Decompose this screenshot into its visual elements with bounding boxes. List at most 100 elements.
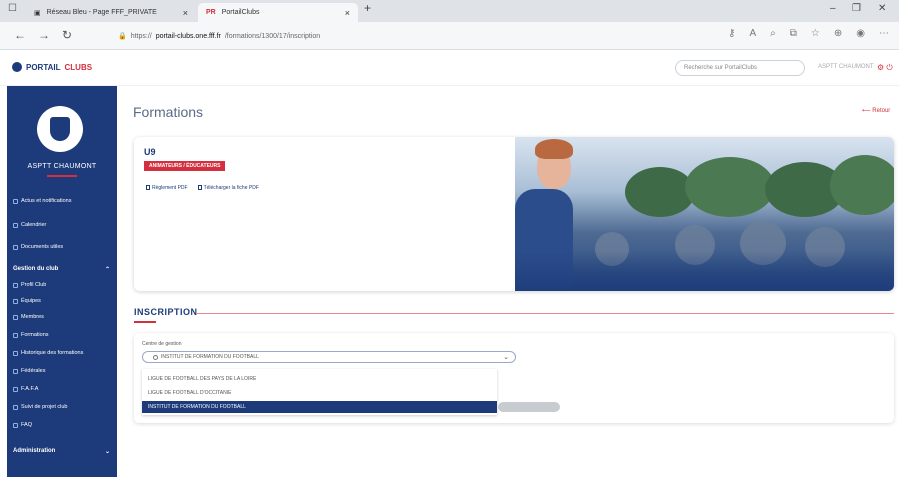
fiche-pdf-link[interactable]: Télécharger la fiche PDF (197, 185, 259, 191)
user-name[interactable]: ASPTT CHAUMONT (818, 64, 874, 70)
sidebar-item-label: Formations (21, 332, 49, 338)
favorite-icon[interactable]: ☆ (811, 28, 820, 39)
sidebar-item-label: FAQ (21, 422, 33, 428)
page-title: Formations (133, 104, 204, 120)
close-tab-icon[interactable]: × (345, 8, 350, 18)
lock-icon: 🔒 (118, 33, 127, 40)
formation-icon (13, 332, 18, 338)
browser-toolbar: ⚷ A ⌕ ⧉ ☆ ⊕ ◉ ⋯ (728, 28, 889, 39)
back-link[interactable]: ⟵ Retour (862, 107, 890, 114)
sidebar-group-administration[interactable]: Administration ⌄ (13, 448, 110, 455)
sidebar-item-fafa[interactable]: F.A.F.A (13, 386, 38, 392)
sidebar-item-label: Calendrier (21, 222, 47, 228)
sidebar-item-actus[interactable]: Actus et notifications (13, 198, 71, 204)
dropdown-option[interactable]: LIGUE DE FOOTBALL D'OCCITANIE (142, 387, 497, 399)
url-field[interactable]: 🔒 https://portail-clubs.one.fff.fr/forma… (118, 27, 618, 45)
collections-icon[interactable]: ⊕ (834, 28, 842, 39)
section-title-inscription: INSCRIPTION (134, 307, 198, 317)
formation-category-badge: ANIMATEURS / ÉDUCATEURS (144, 161, 226, 171)
dropdown-option[interactable]: LIGUE DE FOOTBALL DES PAYS DE LA LOIRE (142, 373, 497, 385)
zoom-icon[interactable]: ⌕ (770, 28, 776, 39)
fff-logo-icon (12, 62, 22, 72)
club-name: ASPTT CHAUMONT (27, 163, 97, 170)
formation-photo (515, 137, 894, 291)
url-domain: portail-clubs.one.fff.fr (155, 32, 221, 40)
tab-favicon-icon: ▣ (34, 9, 41, 17)
team-icon (13, 298, 18, 304)
chevron-down-icon: ⌄ (105, 448, 111, 455)
select-value: INSTITUT DE FORMATION DU FOOTBALL (161, 354, 259, 360)
logo-text-accent: CLUBS (64, 62, 93, 72)
sidebar-item-label: Équipes (21, 298, 41, 304)
photo-coach-hair (535, 139, 573, 159)
browser-tab-reseau-bleu[interactable]: ▣ Réseau Bleu - Page FFF_PRIVATE × (26, 3, 196, 22)
sidebar-item-historique[interactable]: Historique des formations (13, 350, 83, 356)
arrow-left-icon: ⟵ (862, 108, 873, 114)
section-divider (196, 313, 894, 314)
document-icon (13, 244, 18, 250)
url-prefix: https:// (130, 32, 152, 40)
address-bar: ← → ↻ 🔒 https://portail-clubs.one.fff.fr… (0, 22, 899, 50)
members-icon (13, 314, 18, 320)
formation-card-info: U9 ANIMATEURS / ÉDUCATEURS Règlement PDF… (134, 137, 515, 291)
extension-icon[interactable]: ⧉ (790, 28, 797, 39)
link-label: Règlement PDF (152, 185, 188, 191)
calendar-icon (13, 222, 18, 228)
profile-icon[interactable]: ◉ (856, 28, 865, 39)
sidebar-group-gestion[interactable]: Gestion du club ⌃ (13, 266, 110, 273)
sidebar-item-faq[interactable]: FAQ (13, 422, 32, 428)
sidebar-item-label: Membres (21, 314, 44, 320)
sidebar-item-formations[interactable]: Formations (13, 332, 49, 338)
browser-tab-bar: ☐ ▣ Réseau Bleu - Page FFF_PRIVATE × PR … (0, 0, 899, 22)
user-menu-icon[interactable]: ⚙ ⏻ (877, 63, 893, 73)
formation-links: Règlement PDF Télécharger la fiche PDF (146, 185, 259, 191)
sidebar-item-profil-club[interactable]: Profil Club (13, 282, 46, 288)
project-icon (13, 404, 18, 410)
portail-clubs-logo[interactable]: PORTAIL CLUBS (12, 62, 92, 72)
sidebar-item-suivi-projet[interactable]: Suivi de projet club (13, 404, 67, 410)
close-tab-icon[interactable]: × (183, 8, 188, 18)
formation-card: U9 ANIMATEURS / ÉDUCATEURS Règlement PDF… (134, 137, 894, 291)
sidebar-item-equipes[interactable]: Équipes (13, 298, 41, 304)
sidebar-item-calendrier[interactable]: Calendrier (13, 222, 46, 228)
photo-tree (685, 157, 775, 217)
more-icon[interactable]: ⋯ (879, 28, 889, 39)
club-crest-icon (50, 117, 70, 141)
sidebar-item-federales[interactable]: Fédérales (13, 368, 45, 374)
minimize-button[interactable]: – (830, 3, 836, 14)
search-placeholder: Recherche sur PortailClubs (684, 65, 758, 71)
maximize-button[interactable]: ❐ (852, 3, 861, 14)
forward-arrow-icon[interactable]: → (38, 28, 50, 42)
sidebar-item-label: Documents utiles (21, 244, 64, 250)
reglement-pdf-link[interactable]: Règlement PDF (146, 185, 188, 191)
centre-gestion-dropdown: LIGUE DE FOOTBALL DES PAYS DE LA LOIRE L… (142, 369, 497, 415)
new-tab-button[interactable]: + (364, 1, 371, 15)
club-name-underline (47, 175, 77, 177)
sidebar-item-label: Historique des formations (21, 350, 84, 356)
logo-text: PORTAIL (26, 62, 61, 72)
sidebar-item-documents[interactable]: Documents utiles (13, 244, 63, 250)
browser-tab-portailclubs[interactable]: PR PortailClubs × (198, 3, 358, 22)
inscription-form: Centre de gestion INSTITUT DE FORMATION … (134, 333, 894, 423)
read-aloud-icon[interactable]: A (749, 28, 756, 39)
sidebar-group-label: Gestion du club (13, 266, 59, 272)
global-search-input[interactable]: Recherche sur PortailClubs (675, 60, 805, 76)
centre-gestion-select[interactable]: INSTITUT DE FORMATION DU FOOTBALL ⌄ (142, 351, 516, 363)
bank-icon (13, 386, 18, 392)
bell-icon (13, 198, 18, 204)
tab-title: Réseau Bleu - Page FFF_PRIVATE (46, 9, 157, 16)
star-icon (13, 368, 18, 374)
dropdown-option-selected[interactable]: INSTITUT DE FORMATION DU FOOTBALL (142, 401, 497, 413)
sidebar-group-label: Administration (13, 448, 56, 454)
sidebar-item-membres[interactable]: Membres (13, 314, 44, 320)
tab-actions-icon[interactable]: ☐ (8, 3, 17, 14)
photo-tree (625, 167, 695, 217)
radio-icon (153, 354, 158, 360)
back-arrow-icon[interactable]: ← (14, 28, 26, 42)
close-window-button[interactable]: ✕ (878, 3, 886, 14)
photo-tree (830, 155, 894, 215)
submit-button-disabled[interactable] (498, 402, 560, 412)
refresh-icon[interactable]: ↻ (62, 28, 72, 42)
key-icon[interactable]: ⚷ (728, 28, 735, 39)
app-header: PORTAIL CLUBS Recherche sur PortailClubs… (0, 50, 899, 86)
